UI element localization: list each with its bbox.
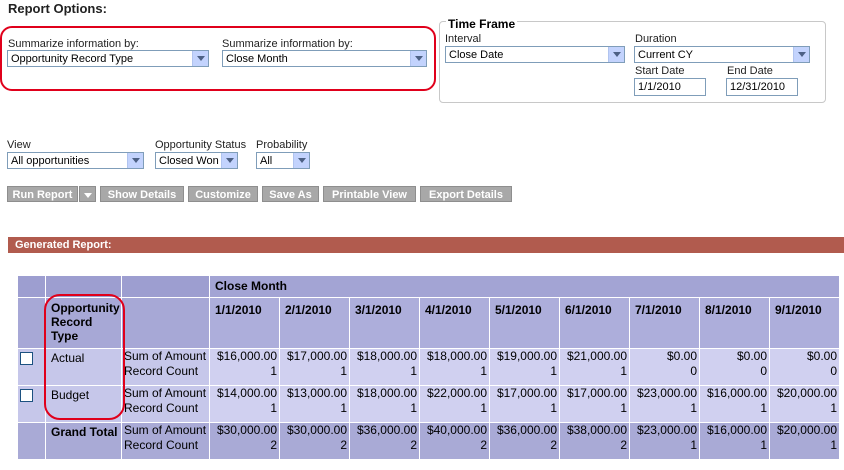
data-cell: $14,000.00 1 (210, 386, 280, 423)
run-report-button[interactable]: Run Report (7, 186, 78, 202)
corner-cell (122, 276, 210, 298)
date-header: 7/1/2010 (630, 298, 700, 349)
duration-value: Current CY (638, 49, 694, 61)
row-checkbox[interactable] (20, 389, 33, 402)
date-header: 6/1/2010 (560, 298, 630, 349)
grand-total-label: Grand Total (46, 423, 122, 460)
data-cell: $18,000.00 1 (420, 349, 490, 386)
data-cell: $22,000.00 1 (420, 386, 490, 423)
status-value: Closed Won (159, 155, 219, 167)
close-month-header: Close Month (210, 276, 840, 298)
chevron-down-icon[interactable] (793, 47, 809, 62)
date-header: 9/1/2010 (770, 298, 840, 349)
date-header: 3/1/2010 (350, 298, 420, 349)
chevron-down-icon[interactable] (127, 153, 143, 168)
table-row: Budget Sum of Amount Record Count $14,000… (18, 386, 840, 423)
row-checkbox-cell (18, 349, 46, 386)
view-value: All opportunities (11, 155, 90, 167)
end-date-field[interactable]: 12/31/2010 (726, 78, 798, 96)
data-cell: $0.00 0 (770, 349, 840, 386)
total-cell: $38,000.00 2 (560, 423, 630, 460)
chevron-down-icon[interactable] (608, 47, 624, 62)
data-cell: $13,000.00 1 (280, 386, 350, 423)
date-header: 2/1/2010 (280, 298, 350, 349)
interval-label: Interval (445, 33, 482, 45)
total-cell: $36,000.00 2 (350, 423, 420, 460)
data-cell: $23,000.00 1 (630, 386, 700, 423)
metric-labels: Sum of Amount Record Count (122, 386, 210, 423)
data-cell: $16,000.00 1 (210, 349, 280, 386)
export-details-button[interactable]: Export Details (420, 186, 512, 202)
date-header: 8/1/2010 (700, 298, 770, 349)
corner-cell (18, 276, 46, 298)
data-cell: $17,000.00 1 (490, 386, 560, 423)
metric-labels: Sum of Amount Record Count (122, 349, 210, 386)
run-report-menu-button[interactable] (79, 186, 96, 202)
probability-select[interactable]: All (256, 152, 310, 169)
date-header: 5/1/2010 (490, 298, 560, 349)
chevron-down-icon (83, 192, 92, 198)
annotation-highlight-summarize (0, 26, 436, 91)
generated-report-bar: Generated Report: (8, 237, 844, 253)
duration-select[interactable]: Current CY (634, 46, 810, 63)
header-cell (122, 298, 210, 349)
probability-label: Probability (256, 139, 308, 151)
total-cell: $16,000.00 1 (700, 423, 770, 460)
table-row: Actual Sum of Amount Record Count $16,000… (18, 349, 840, 386)
total-blank-cell (18, 423, 46, 460)
date-header: 1/1/2010 (210, 298, 280, 349)
data-cell: $17,000.00 1 (560, 386, 630, 423)
probability-value: All (260, 155, 273, 167)
header-cell (18, 298, 46, 349)
chevron-down-icon[interactable] (221, 153, 237, 168)
status-select[interactable]: Closed Won (155, 152, 238, 169)
data-cell: $0.00 0 (630, 349, 700, 386)
date-header: 4/1/2010 (420, 298, 490, 349)
total-cell: $40,000.00 2 (420, 423, 490, 460)
time-frame-title: Time Frame (446, 17, 518, 31)
save-as-button[interactable]: Save As (262, 186, 319, 202)
data-cell: $17,000.00 1 (280, 349, 350, 386)
report-table: Close Month Opportunity Record Type 1/1/… (18, 276, 840, 460)
grand-total-row: Grand Total Sum of Amount Record Count $3… (18, 423, 840, 460)
data-cell: $19,000.00 1 (490, 349, 560, 386)
printable-view-button[interactable]: Printable View (323, 186, 416, 202)
chevron-down-icon[interactable] (293, 153, 309, 168)
total-cell: $30,000.00 2 (210, 423, 280, 460)
total-cell: $36,000.00 2 (490, 423, 560, 460)
end-date-label: End Date (727, 65, 773, 77)
start-date-field[interactable]: 1/1/2010 (634, 78, 706, 96)
metric-labels: Sum of Amount Record Count (122, 423, 210, 460)
row-checkbox-cell (18, 386, 46, 423)
data-cell: $18,000.00 1 (350, 349, 420, 386)
row-checkbox[interactable] (20, 352, 33, 365)
view-label: View (7, 139, 31, 151)
customize-button[interactable]: Customize (188, 186, 258, 202)
data-cell: $16,000.00 1 (700, 386, 770, 423)
interval-value: Close Date (449, 49, 504, 61)
show-details-button[interactable]: Show Details (100, 186, 184, 202)
total-cell: $20,000.00 1 (770, 423, 840, 460)
data-cell: $18,000.00 1 (350, 386, 420, 423)
data-cell: $0.00 0 (700, 349, 770, 386)
start-date-label: Start Date (635, 65, 685, 77)
report-options-title: Report Options: (8, 1, 107, 16)
data-cell: $21,000.00 1 (560, 349, 630, 386)
interval-select[interactable]: Close Date (445, 46, 625, 63)
duration-label: Duration (635, 33, 677, 45)
status-label: Opportunity Status (155, 139, 247, 151)
total-cell: $30,000.00 2 (280, 423, 350, 460)
total-cell: $23,000.00 1 (630, 423, 700, 460)
annotation-highlight-record-type (44, 294, 125, 420)
data-cell: $20,000.00 1 (770, 386, 840, 423)
view-select[interactable]: All opportunities (7, 152, 144, 169)
